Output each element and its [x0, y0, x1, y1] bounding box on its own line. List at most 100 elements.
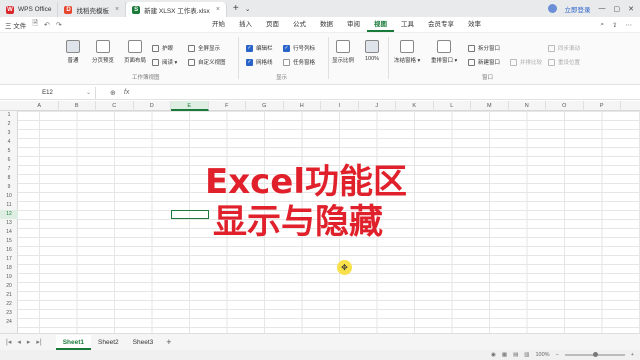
column-header-e[interactable]: E	[171, 101, 209, 111]
eye-icon[interactable]: ◉	[491, 352, 496, 358]
prev-sheet-icon[interactable]: ◂	[17, 338, 21, 346]
row-header-21[interactable]: 21	[0, 291, 18, 300]
zoom-level[interactable]: 100%	[535, 352, 549, 358]
menu-tab-6[interactable]: 视图	[367, 18, 394, 32]
new-tab-button[interactable]: +	[233, 3, 239, 14]
save-icon[interactable]: 🗎	[32, 19, 38, 30]
row-header-18[interactable]: 18	[0, 264, 18, 273]
row-header-16[interactable]: 16	[0, 246, 18, 255]
row-header-17[interactable]: 17	[0, 255, 18, 264]
row-header-20[interactable]: 20	[0, 282, 18, 291]
reset-position-button[interactable]: 重设位置	[548, 58, 580, 66]
page-break-icon[interactable]: ▥	[524, 352, 529, 358]
share-icon[interactable]: ⇪	[612, 21, 617, 29]
sheet-tab-2[interactable]: Sheet2	[91, 335, 126, 350]
row-header-7[interactable]: 7	[0, 165, 18, 174]
tab-spreadsheet[interactable]: S 新建 XLSX 工作表.xlsx ×	[126, 2, 227, 17]
page-layout-button[interactable]: 页面布局	[124, 40, 146, 64]
rearrange-button[interactable]: 重排窗口 ▾	[431, 40, 457, 64]
column-header-l[interactable]: L	[434, 101, 471, 111]
row-header-24[interactable]: 24	[0, 318, 18, 327]
gridlines-checkbox[interactable]: ✓ 网格线	[246, 58, 273, 66]
sheet-tab-3[interactable]: Sheet3	[126, 335, 161, 350]
eye-protect-button[interactable]: 护眼	[152, 44, 173, 52]
last-sheet-icon[interactable]: ▸|	[36, 338, 41, 346]
menu-tab-4[interactable]: 数据	[313, 18, 340, 32]
freeze-panes-button[interactable]: 冻结窗格 ▾	[394, 40, 420, 64]
column-header-k[interactable]: K	[396, 101, 434, 111]
row-header-23[interactable]: 23	[0, 309, 18, 318]
avatar[interactable]	[547, 4, 557, 13]
close-icon[interactable]: ×	[216, 6, 220, 13]
menu-tab-1[interactable]: 插入	[232, 18, 259, 32]
menu-tab-8[interactable]: 会员专享	[421, 18, 461, 32]
page-layout-icon[interactable]: ▤	[513, 352, 518, 358]
redo-icon[interactable]: ↷	[56, 21, 62, 29]
row-header-9[interactable]: 9	[0, 183, 18, 192]
menu-tab-5[interactable]: 审阅	[340, 18, 367, 32]
menu-tab-7[interactable]: 工具	[394, 18, 421, 32]
row-header-5[interactable]: 5	[0, 147, 18, 156]
login-link[interactable]: 立即登录	[565, 4, 591, 14]
column-header-j[interactable]: J	[359, 101, 396, 111]
column-header-a[interactable]: A	[21, 101, 59, 111]
column-header-b[interactable]: B	[59, 101, 96, 111]
row-header-10[interactable]: 10	[0, 192, 18, 201]
page-break-preview-button[interactable]: 分页预览	[92, 40, 114, 64]
row-header-22[interactable]: 22	[0, 300, 18, 309]
column-header-f[interactable]: F	[209, 101, 246, 111]
more-icon[interactable]: ⋯	[626, 21, 633, 29]
search-icon[interactable]: ⌕	[600, 21, 604, 29]
task-pane-checkbox[interactable]: 任务窗格	[283, 58, 315, 66]
row-col-header-checkbox[interactable]: ✓ 行号列标	[283, 44, 315, 52]
column-header-p[interactable]: P	[584, 101, 621, 111]
menu-tab-3[interactable]: 公式	[286, 18, 313, 32]
row-header-19[interactable]: 19	[0, 273, 18, 282]
zoom-in-icon[interactable]: +	[631, 352, 634, 358]
normal-view-icon[interactable]: ▦	[502, 352, 507, 358]
tab-wps-office[interactable]: W WPS Office	[0, 2, 59, 17]
file-menu[interactable]: 三 文件	[5, 20, 26, 30]
normal-view-button[interactable]: 普通	[66, 40, 80, 64]
zoom-out-icon[interactable]: −	[556, 352, 559, 358]
new-window-button[interactable]: 新建窗口	[468, 58, 500, 66]
next-sheet-icon[interactable]: ▸	[27, 338, 31, 346]
chevron-down-icon[interactable]: ⌄	[245, 5, 251, 13]
side-by-side-button[interactable]: 并排比较	[510, 58, 542, 66]
row-header-13[interactable]: 13	[0, 219, 18, 228]
selected-cell[interactable]	[171, 210, 209, 219]
undo-icon[interactable]: ↶	[44, 21, 50, 29]
zoom-icon[interactable]: ⊕	[110, 89, 116, 97]
column-header-i[interactable]: I	[321, 101, 359, 111]
zoom-slider[interactable]	[564, 352, 625, 357]
edit-bar-checkbox[interactable]: ✓ 编辑栏	[246, 44, 273, 52]
fx-icon[interactable]: fx	[124, 89, 129, 97]
split-window-button[interactable]: 拆分窗口	[468, 44, 500, 52]
column-header-d[interactable]: D	[134, 101, 171, 111]
tab-docer[interactable]: D 找稻壳模板 ×	[58, 2, 127, 17]
sync-scroll-button[interactable]: 同步滚动	[548, 44, 580, 52]
add-sheet-button[interactable]: +	[160, 337, 171, 347]
sheet-tab-1[interactable]: Sheet1	[55, 334, 92, 350]
name-box[interactable]: E12 ⌄	[0, 86, 96, 99]
maximize-icon[interactable]: ▢	[614, 5, 621, 13]
custom-view-button[interactable]: 自定义视图	[188, 58, 226, 66]
column-header-g[interactable]: G	[246, 101, 284, 111]
column-header-c[interactable]: C	[96, 101, 134, 111]
column-header-h[interactable]: H	[284, 101, 321, 111]
zoom-slider-knob[interactable]	[592, 352, 598, 357]
row-header-6[interactable]: 6	[0, 156, 18, 165]
row-header-2[interactable]: 2	[0, 120, 18, 129]
row-header-15[interactable]: 15	[0, 237, 18, 246]
row-header-8[interactable]: 8	[0, 174, 18, 183]
row-header-1[interactable]: 1	[0, 111, 18, 120]
first-sheet-icon[interactable]: |◂	[6, 338, 11, 346]
chevron-down-icon[interactable]: ⌄	[86, 89, 91, 96]
row-header-14[interactable]: 14	[0, 228, 18, 237]
row-header-3[interactable]: 3	[0, 129, 18, 138]
row-header-12[interactable]: 12	[0, 210, 18, 219]
column-header-o[interactable]: O	[546, 101, 584, 111]
column-header-m[interactable]: M	[471, 101, 509, 111]
menu-tab-9[interactable]: 效率	[461, 18, 488, 32]
close-window-icon[interactable]: ✕	[628, 5, 634, 13]
